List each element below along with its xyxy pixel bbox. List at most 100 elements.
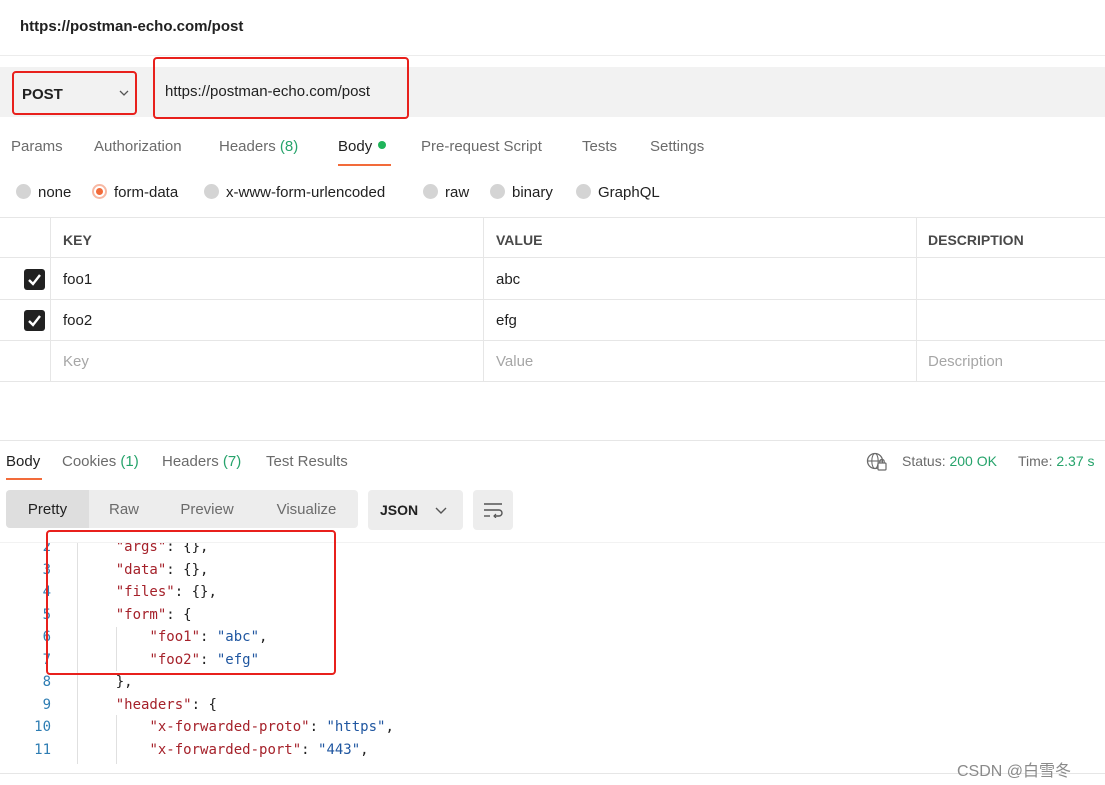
line-number: 6	[42, 629, 51, 645]
check-cell	[0, 341, 51, 382]
checkbox-checked-icon[interactable]	[24, 269, 45, 290]
tab-label: Headers	[219, 138, 276, 155]
view-preview-button[interactable]: Preview	[159, 490, 255, 528]
tab-response-body[interactable]: Body	[6, 453, 40, 470]
view-visualize-button[interactable]: Visualize	[255, 490, 358, 528]
url-input[interactable]: https://postman-echo.com/post	[153, 57, 409, 119]
radio-x-www-form-urlencoded[interactable]: x-www-form-urlencoded	[204, 184, 385, 201]
code-text: },	[82, 674, 133, 690]
tab-body[interactable]: Body	[338, 138, 387, 155]
wrap-lines-icon	[484, 503, 503, 518]
tab-pre-request-script[interactable]: Pre-request Script	[421, 138, 542, 155]
line-number: 7	[42, 651, 51, 668]
value-cell[interactable]: efg	[484, 300, 917, 341]
tab-count: (8)	[279, 138, 299, 155]
radio-none[interactable]: none	[16, 184, 71, 201]
request-tabs: Params Authorization Headers (8) Body Pr…	[0, 128, 1105, 168]
header-check-cell	[0, 218, 51, 259]
tab-authorization[interactable]: Authorization	[94, 138, 182, 155]
tab-label: Pre-request Script	[421, 138, 542, 155]
json-value: "443"	[318, 741, 361, 758]
description-input[interactable]: Description	[917, 341, 1105, 382]
json-key: "headers"	[115, 696, 192, 713]
chevron-down-icon	[435, 507, 447, 514]
url-value: https://postman-echo.com/post	[165, 83, 371, 100]
description-cell[interactable]	[917, 259, 1105, 300]
code-line: 11 "x-forwarded-port": "443",	[0, 742, 1105, 764]
active-tab-indicator	[338, 164, 391, 166]
value-input[interactable]: Value	[484, 341, 917, 382]
value-cell[interactable]: abc	[484, 259, 917, 300]
language-label: JSON	[380, 502, 419, 518]
method-select[interactable]: POST	[12, 71, 137, 115]
tab-headers[interactable]: Headers (8)	[219, 138, 298, 155]
table-header-row: KEY VALUE DESCRIPTION	[0, 217, 1105, 259]
response-status[interactable]: Status: 200 OK	[902, 453, 997, 469]
annotation-highlight-box	[46, 530, 336, 675]
tab-count: (7)	[222, 453, 242, 470]
line-number: 5	[42, 606, 51, 623]
tab-label: Settings	[650, 138, 705, 155]
view-pretty-button[interactable]: Pretty	[6, 490, 89, 528]
tab-cookies[interactable]: Cookies (1)	[62, 453, 139, 470]
code-text: "x-forwarded-port": "443",	[82, 741, 368, 758]
radio-form-data[interactable]: form-data	[92, 184, 178, 201]
tab-label: Cookies	[62, 453, 117, 470]
code-text: "x-forwarded-proto": "https",	[82, 719, 394, 735]
radio-circle-icon	[204, 184, 219, 199]
key-input[interactable]: Key	[51, 341, 484, 382]
radio-binary[interactable]: binary	[490, 184, 553, 201]
code-text: "headers": {	[82, 697, 217, 713]
json-punct: },	[115, 674, 133, 690]
header-description: DESCRIPTION	[928, 232, 1024, 248]
tab-params[interactable]: Params	[11, 138, 63, 155]
radio-circle-icon	[423, 184, 438, 199]
line-number: 11	[34, 741, 51, 758]
request-title[interactable]: https://postman-echo.com/post	[20, 18, 243, 35]
radio-circle-icon	[490, 184, 505, 199]
title-bar: https://postman-echo.com/post	[0, 0, 1105, 56]
radio-circle-icon	[576, 184, 591, 199]
status-label: Status:	[902, 453, 946, 469]
header-key: KEY	[51, 218, 484, 259]
header-value: VALUE	[484, 218, 917, 259]
json-colon: :	[191, 696, 209, 713]
json-punct: ,	[385, 719, 394, 735]
json-colon: :	[309, 719, 327, 735]
description-cell[interactable]	[917, 300, 1105, 341]
code-line: 9 "headers": {	[0, 697, 1105, 719]
tab-test-results[interactable]: Test Results	[266, 453, 348, 470]
modified-dot-icon	[378, 141, 387, 149]
line-number: 9	[42, 696, 51, 713]
body-type-selector: none form-data x-www-form-urlencoded raw…	[0, 178, 1105, 208]
status-value: 200 OK	[949, 453, 997, 469]
tab-label: Authorization	[94, 138, 182, 155]
radio-raw[interactable]: raw	[423, 184, 469, 201]
tab-response-headers[interactable]: Headers (7)	[162, 453, 241, 470]
checkbox-checked-icon[interactable]	[24, 310, 45, 331]
code-line: 8 },	[0, 674, 1105, 696]
bottom-divider	[0, 773, 1105, 774]
response-tabs: Body Cookies (1) Headers (7) Test Result…	[0, 440, 1105, 480]
json-punct: {	[208, 696, 217, 713]
table-row: foo1 abc	[0, 259, 1105, 300]
key-cell[interactable]: foo1	[51, 259, 484, 300]
json-value: "https"	[326, 719, 386, 735]
globe-lock-icon[interactable]	[866, 452, 888, 472]
tab-tests[interactable]: Tests	[582, 138, 617, 155]
response-time[interactable]: Time: 2.37 s	[1018, 453, 1095, 469]
json-colon: :	[301, 741, 319, 758]
tab-settings[interactable]: Settings	[650, 138, 704, 155]
radio-selected-icon	[92, 184, 107, 199]
radio-circle-icon	[16, 184, 31, 199]
radio-graphql[interactable]: GraphQL	[576, 184, 660, 201]
language-select[interactable]: JSON	[368, 490, 463, 530]
wrap-lines-button[interactable]	[473, 490, 513, 530]
tab-label: Body	[338, 138, 373, 155]
key-cell[interactable]: foo2	[51, 300, 484, 341]
view-raw-button[interactable]: Raw	[89, 490, 159, 528]
url-bar: POST https://postman-echo.com/post	[0, 57, 1105, 119]
